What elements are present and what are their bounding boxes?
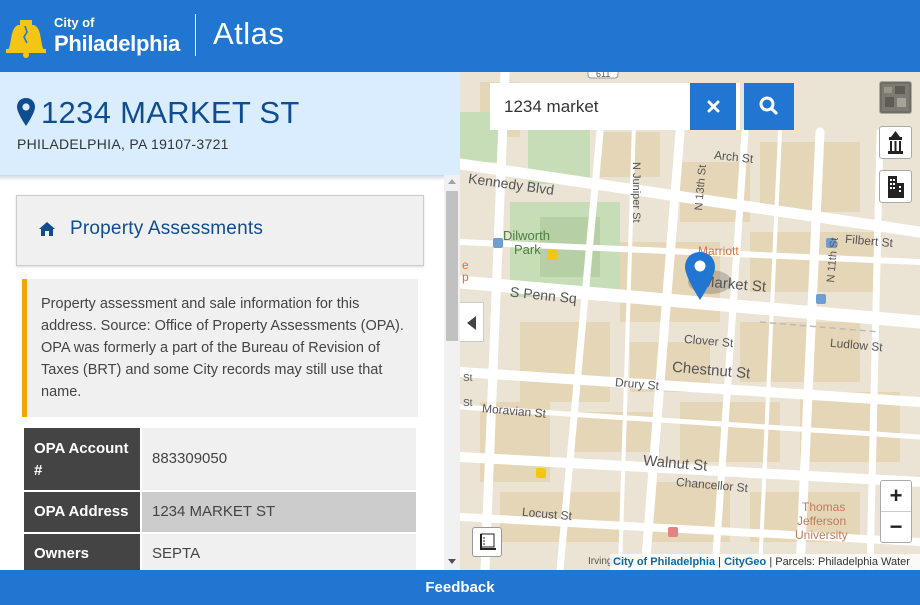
map-marker-icon	[17, 98, 35, 126]
atlas-app: City of Philadelphia Atlas 1234 MARKET S…	[0, 0, 920, 605]
topic-description-callout: Property assessment and sale information…	[22, 279, 418, 417]
header-divider	[195, 14, 196, 56]
map-label-juniper: N Juniper St	[630, 162, 642, 223]
address-city-line: PHILADELPHIA, PA 19107-3721	[17, 136, 229, 152]
table-row-label: Owners	[24, 534, 140, 570]
scrollbar-thumb[interactable]	[446, 191, 458, 341]
table-row-label: OPA Account #	[24, 428, 140, 490]
liberty-building-icon	[888, 131, 903, 154]
search-button[interactable]	[744, 83, 794, 130]
address-search-input[interactable]	[490, 83, 690, 130]
map-label-jefferson: Jefferson	[797, 514, 847, 528]
topic-scroll-area[interactable]: Property Assessments Property assessment…	[0, 175, 444, 570]
map-attribution: City of Philadelphia | CityGeo | Parcels…	[610, 554, 920, 570]
map-panel[interactable]: Kennedy Blvd Arch St N Juniper St Dilwor…	[460, 72, 920, 570]
map-label-university: University	[795, 528, 848, 542]
times-icon	[707, 100, 720, 113]
map-label-dilworth: Dilworth	[503, 228, 550, 243]
scroll-up-arrow-icon[interactable]	[448, 179, 456, 184]
topic-title: Property Assessments	[70, 218, 264, 239]
map-label-thomas: Thomas	[802, 500, 846, 514]
map-label-st-left-2: St	[463, 398, 473, 409]
address-marker-icon[interactable]	[685, 252, 715, 300]
app-title: Atlas	[213, 16, 285, 51]
app-header: City of Philadelphia Atlas	[0, 0, 920, 72]
ruler-icon	[480, 533, 496, 550]
table-row: OPA Account # 883309050	[24, 428, 416, 490]
building-icon	[888, 176, 904, 198]
left-panel: 1234 MARKET ST PHILADELPHIA, PA 19107-37…	[0, 72, 460, 570]
logo-philadelphia-text: Philadelphia	[54, 31, 180, 56]
route-611-shield: 611	[596, 72, 611, 79]
collapse-panel-button[interactable]	[460, 302, 484, 342]
attribution-separator: |	[718, 556, 721, 568]
table-row-value: 1234 MARKET ST	[142, 492, 416, 532]
address-title: 1234 MARKET ST	[41, 95, 300, 130]
basemap[interactable]	[460, 72, 920, 570]
attribution-link-citygeo[interactable]: CityGeo	[724, 556, 766, 568]
table-row-label: OPA Address	[24, 492, 140, 532]
table-row-value: 883309050	[142, 428, 416, 490]
imagery-toggle-button[interactable]	[879, 81, 912, 114]
address-header-shadow	[0, 175, 444, 181]
map-label-st-left-1: St	[463, 373, 473, 384]
feedback-button[interactable]: Feedback	[0, 570, 920, 605]
city-logo[interactable]: City of Philadelphia	[6, 12, 180, 60]
caret-left-icon	[467, 316, 476, 330]
historic-imagery-button[interactable]	[879, 126, 912, 159]
zoom-out-button[interactable]: −	[881, 512, 911, 543]
search-icon	[759, 96, 778, 115]
zoom-in-button[interactable]: +	[881, 481, 911, 512]
home-icon	[39, 222, 55, 236]
table-row: Owners SEPTA	[24, 534, 416, 570]
topic-header-property-assessments[interactable]: Property Assessments	[16, 195, 424, 266]
logo-city-text: City of	[54, 15, 95, 30]
map-label-park: Park	[514, 242, 541, 257]
scroll-down-arrow-icon[interactable]	[448, 559, 456, 564]
map-label-p-left: p	[462, 270, 469, 284]
measure-tool-button[interactable]	[472, 527, 502, 557]
buildings-toggle-button[interactable]	[879, 170, 912, 203]
liberty-bell-icon	[6, 20, 46, 58]
clear-search-button[interactable]	[690, 83, 740, 130]
attribution-parcels-text: | Parcels: Philadelphia Water	[769, 556, 910, 568]
aerial-imagery-icon	[882, 84, 909, 111]
attribution-link-philadelphia[interactable]: City of Philadelphia	[613, 556, 715, 568]
zoom-control: + −	[880, 480, 912, 543]
left-panel-scrollbar[interactable]	[444, 175, 460, 570]
table-row-value: SEPTA	[142, 534, 416, 570]
table-row: OPA Address 1234 MARKET ST	[24, 492, 416, 532]
address-header: 1234 MARKET ST PHILADELPHIA, PA 19107-37…	[0, 72, 460, 175]
